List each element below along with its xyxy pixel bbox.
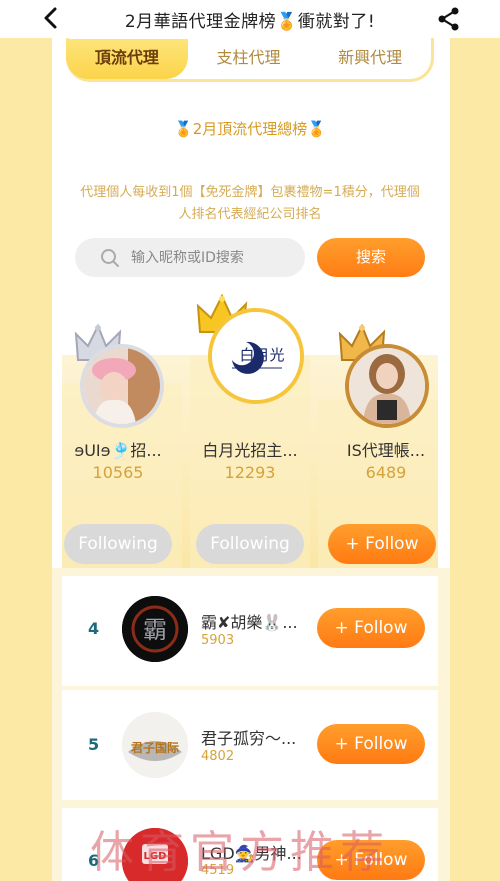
board-title: 🏅2月頂流代理總榜🏅 [174, 120, 326, 138]
avatar-text: 君子国际 [130, 741, 179, 755]
list-name: 君子孤穷～... [201, 729, 297, 748]
podium-name-rank-1: 白月光招主... [202, 441, 298, 460]
list-item-rank-5: 5 君子国际 君子孤穷～... 4802 + Follow [62, 690, 438, 800]
share-icon[interactable] [436, 6, 462, 32]
podium-name-rank-3: IS代理帳... [346, 441, 426, 460]
avatar-image: 白月光 [212, 312, 300, 400]
board-description: 代理個人每收到1個【免死金牌】包裹禮物=1積分，代理個人排名代表經紀公司排名 [80, 185, 420, 222]
avatar-image: 君子国际 [122, 712, 188, 778]
list-item-rank-4: 4 霸 霸✘胡樂🐰... 5903 + Follow [62, 576, 438, 686]
list-score: 4802 [201, 749, 235, 764]
avatar-image [349, 348, 425, 424]
follow-button-rank-3[interactable]: + Follow [328, 524, 436, 564]
follow-button-rank-5[interactable]: + Follow [317, 724, 425, 764]
rank-number: 5 [88, 735, 100, 754]
following-button-rank-1[interactable]: Following [196, 524, 304, 564]
tab-top-agents[interactable]: 頂流代理 [66, 38, 188, 79]
list-name: 霸✘胡樂🐰... [201, 613, 298, 632]
page-title: 2月華語代理金牌榜🏅衝就對了! [124, 11, 376, 32]
tab-pillar-agents[interactable]: 支柱代理 [188, 39, 310, 79]
tab-new-agents[interactable]: 新興代理 [309, 39, 431, 79]
side-background-left [0, 38, 52, 881]
search-input[interactable] [131, 249, 301, 266]
category-tabs: 頂流代理 支柱代理 新興代理 [66, 38, 434, 82]
search-button[interactable]: 搜索 [317, 238, 425, 277]
search-field[interactable] [75, 238, 305, 277]
follow-button-rank-4[interactable]: + Follow [317, 608, 425, 648]
watermark-text: 体育官方推荐 [90, 827, 390, 878]
podium-name-rank-2: ɘUIɘ🎐招... [74, 441, 162, 460]
avatar-rank-4[interactable]: 霸 [122, 596, 188, 662]
avatar-rank-1[interactable]: 白月光 [208, 308, 304, 404]
list-score: 5903 [201, 633, 235, 648]
podium-score-rank-1: 12293 [224, 463, 276, 482]
rank-number: 4 [88, 619, 100, 638]
avatar-rank-3[interactable] [345, 344, 429, 428]
back-arrow-icon[interactable] [38, 5, 64, 31]
avatar-rank-5[interactable]: 君子国际 [122, 712, 188, 778]
avatar-rank-2[interactable] [80, 344, 164, 428]
podium-score-rank-2: 10565 [92, 463, 144, 482]
following-button-rank-2[interactable]: Following [64, 524, 172, 564]
avatar-text: 霸 [143, 616, 167, 644]
avatar-image [84, 348, 160, 424]
top-navbar: 2月華語代理金牌榜🏅衝就對了! [0, 0, 500, 38]
side-background-right [448, 38, 500, 881]
avatar-image: 霸 [122, 596, 188, 662]
logo-text: 白月光 [239, 346, 284, 364]
search-icon [101, 248, 119, 267]
podium-score-rank-3: 6489 [365, 463, 407, 482]
